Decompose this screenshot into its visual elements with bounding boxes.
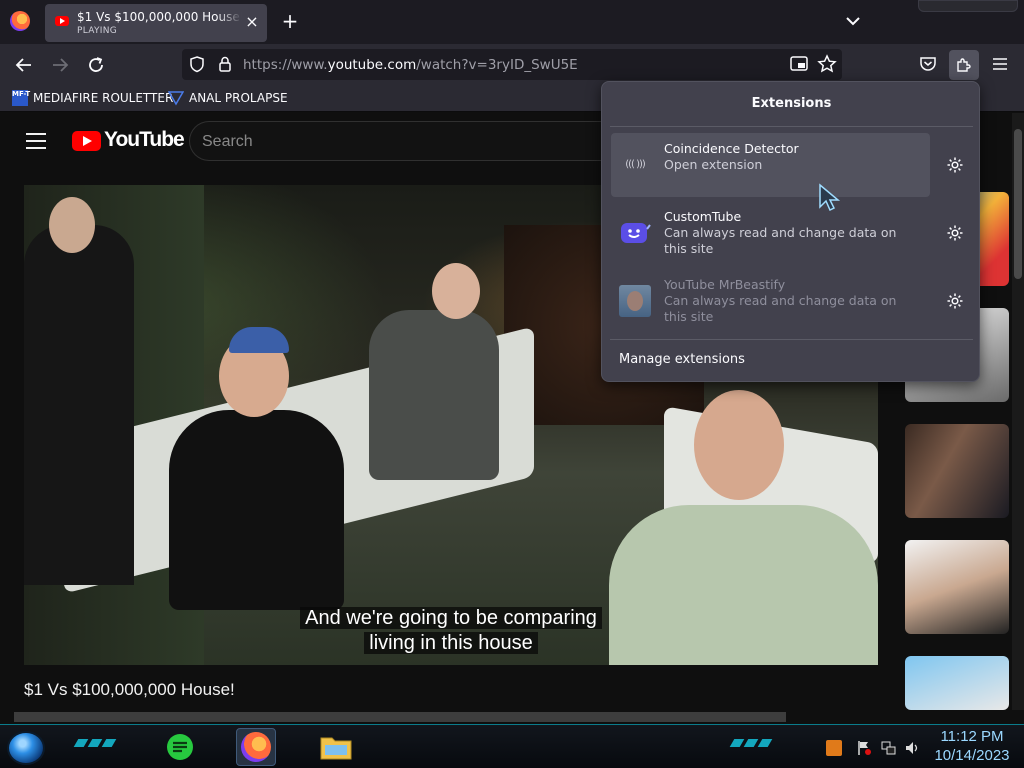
clock-time: 11:12 PM [940, 728, 1004, 745]
folder-icon [320, 737, 352, 760]
video-title: $1 Vs $100,000,000 House! [24, 680, 235, 699]
taskbar: 11:12 PM 10/14/2023 [0, 724, 1024, 768]
horizontal-scrollbar[interactable] [0, 710, 1012, 724]
start-orb-icon[interactable] [7, 731, 45, 765]
scrollbar-thumb[interactable] [14, 712, 786, 722]
vertical-scrollbar[interactable] [1012, 113, 1024, 710]
lock-icon[interactable] [216, 55, 234, 73]
system-clock[interactable]: 11:12 PM 10/14/2023 [928, 727, 1016, 765]
taskbar-app-notes[interactable] [160, 728, 200, 766]
tab-playing-label: PLAYING [77, 26, 118, 36]
extension-item-youtube-mrbeastify[interactable]: YouTube MrBeastify Can always read and c… [611, 269, 930, 333]
tab-close-icon[interactable]: × [243, 13, 261, 31]
clock-date: 10/14/2023 [934, 747, 1010, 764]
extensions-button[interactable] [949, 50, 979, 80]
extensions-panel-heading: Extensions [751, 96, 832, 111]
search-input[interactable] [202, 131, 602, 153]
youtube-logo-icon[interactable] [72, 131, 101, 151]
scene-face-back [432, 263, 480, 319]
volume-icon[interactable] [904, 740, 920, 756]
recommended-thumbnail[interactable] [905, 656, 1009, 710]
tracking-protection-shield-icon[interactable] [188, 55, 206, 73]
bookmark-anal-prolapse[interactable]: ANAL PROLAPSE [168, 90, 288, 106]
extension-settings-gear-icon[interactable] [942, 152, 968, 178]
taskbar-decoration [729, 739, 773, 747]
extension-item-coincidence-detector[interactable]: ((( ))) Coincidence Detector Open extens… [611, 133, 930, 197]
action-center-flag-icon[interactable] [856, 740, 872, 756]
youtube-logo-text[interactable]: YouTube [104, 128, 185, 152]
scene-person-left [24, 225, 134, 585]
new-tab-button[interactable]: + [279, 10, 301, 32]
reload-icon[interactable] [84, 53, 108, 77]
forward-arrow-icon[interactable] [48, 53, 72, 77]
manage-extensions-link[interactable]: Manage extensions [619, 352, 745, 367]
url-text[interactable]: https://www.youtube.com/watch?v=3ryID_Sw… [243, 57, 578, 73]
recommended-thumbnail[interactable] [905, 424, 1009, 518]
pocket-icon[interactable] [918, 55, 938, 73]
bookmark-icon [168, 91, 184, 106]
extension-settings-gear-icon[interactable] [942, 220, 968, 246]
recommended-thumbnail[interactable] [905, 540, 1009, 634]
tray-app-icon[interactable] [826, 740, 842, 756]
extension-description: Can always read and change data on this … [664, 293, 897, 324]
taskbar-decoration [73, 739, 117, 747]
bookmark-label: MEDIAFIRE ROULETTER [33, 91, 174, 105]
taskbar-app-file-explorer[interactable] [316, 728, 356, 766]
bookmark-label: ANAL PROLAPSE [189, 91, 288, 105]
tab-title: $1 Vs $100,000,000 House! - YouTube [77, 10, 242, 24]
extension-settings-gear-icon[interactable] [942, 288, 968, 314]
extension-name: CustomTube [664, 209, 742, 224]
bookmark-mediafire-rouletter[interactable]: MF-T MEDIAFIRE ROULETTER [12, 90, 173, 106]
guide-menu-icon[interactable] [26, 133, 46, 149]
divider [610, 126, 973, 127]
back-arrow-icon[interactable] [12, 53, 36, 77]
scene-face-right [694, 390, 784, 500]
hamburger-menu-icon[interactable] [990, 55, 1010, 73]
mrbeastify-icon [619, 285, 651, 317]
notes-app-icon [167, 734, 193, 760]
picture-in-picture-icon[interactable] [789, 55, 809, 73]
caption-line-1: And we're going to be comparing [24, 606, 878, 631]
divider [610, 339, 973, 340]
mediafire-favicon-icon: MF-T [12, 90, 30, 106]
window-notch [918, 0, 1018, 12]
extension-description: Open extension [664, 157, 763, 172]
list-all-tabs-chevron-icon[interactable] [842, 10, 864, 32]
tab-strip: $1 Vs $100,000,000 House! - YouTube PLAY… [0, 0, 1024, 44]
extension-description: Can always read and change data on this … [664, 225, 897, 256]
network-icon[interactable] [880, 740, 896, 756]
extension-name: Coincidence Detector [664, 141, 799, 156]
extensions-panel: Extensions ((( ))) Coincidence Detector … [601, 81, 980, 382]
youtube-favicon-icon [55, 16, 69, 26]
puzzle-piece-icon [957, 58, 971, 72]
extension-name: YouTube MrBeastify [664, 277, 786, 292]
firefox-taskbar-icon [241, 732, 271, 762]
scene-cap [229, 327, 289, 353]
customtube-icon [619, 217, 651, 249]
scene-person-center [169, 410, 344, 610]
caption-line-2: living in this house [24, 631, 878, 656]
mouse-cursor-icon [818, 183, 844, 213]
extension-item-customtube[interactable]: CustomTube Can always read and change da… [611, 201, 930, 265]
scene-person-back [369, 310, 499, 480]
scrollbar-thumb[interactable] [1014, 129, 1022, 279]
bookmark-star-icon[interactable] [817, 54, 837, 74]
coincidence-detector-icon: ((( ))) [625, 159, 646, 170]
search-box[interactable] [189, 121, 649, 161]
firefox-icon[interactable] [10, 11, 30, 31]
tab-youtube[interactable]: $1 Vs $100,000,000 House! - YouTube PLAY… [45, 4, 267, 42]
scene-face-left [49, 197, 95, 253]
taskbar-app-firefox[interactable] [236, 728, 276, 766]
